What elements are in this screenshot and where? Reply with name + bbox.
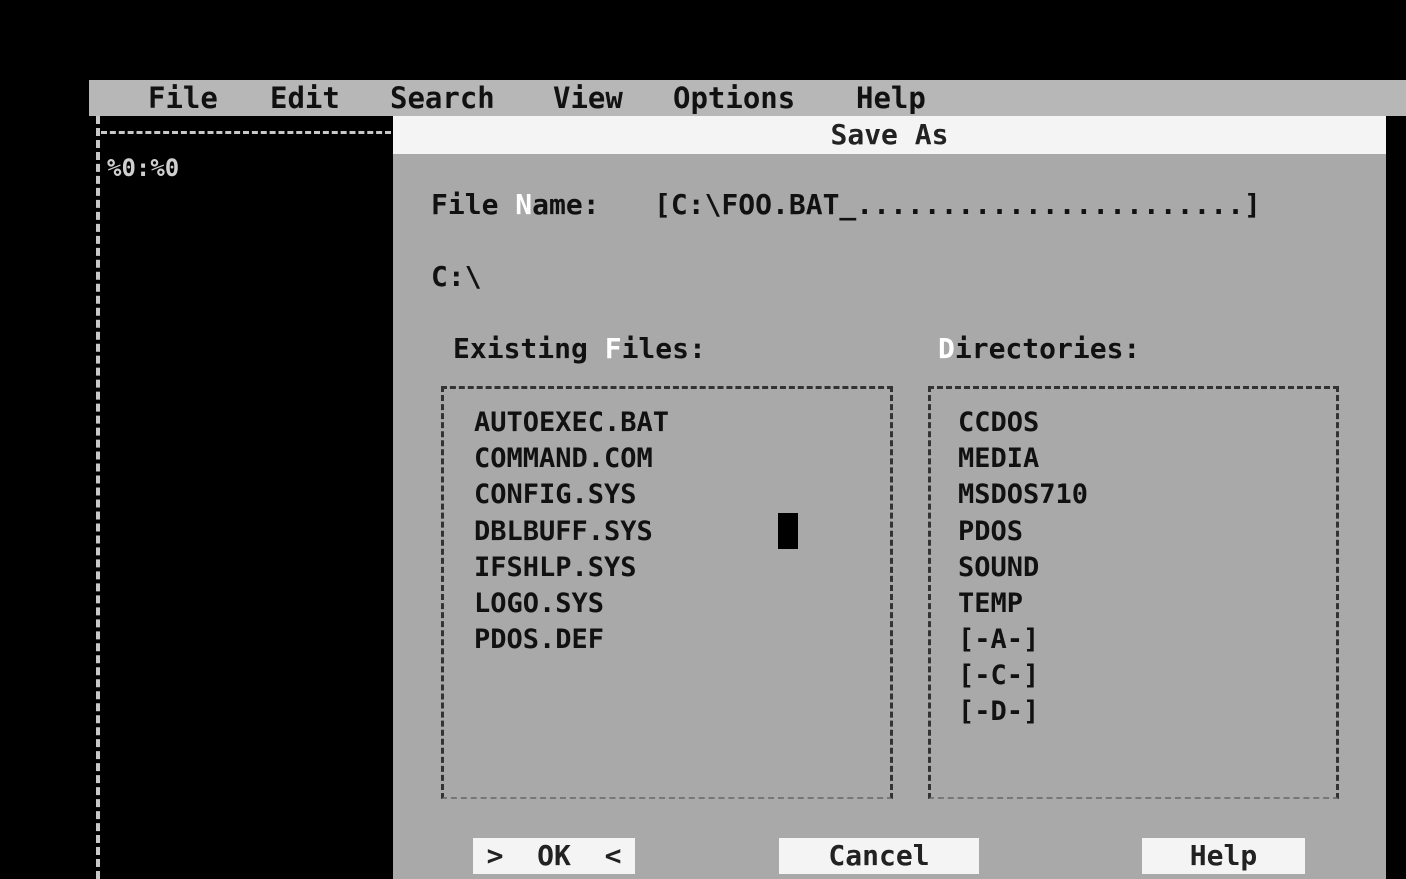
file-item[interactable]: PDOS.DEF	[474, 623, 604, 657]
directories-label: Directories:	[938, 332, 1140, 365]
file-item[interactable]: COMMAND.COM	[474, 442, 653, 476]
menu-bar: File Edit Search View Options Help	[89, 80, 1406, 116]
save-as-dialog: Save As File Name: [C:\FOO.BAT_.........…	[393, 116, 1386, 879]
menu-search[interactable]: Search	[390, 80, 495, 116]
menu-options[interactable]: Options	[673, 80, 795, 116]
files-label-pre: Existing	[453, 332, 605, 365]
dirs-label-post: irectories:	[954, 332, 1141, 365]
ok-button[interactable]: > OK <	[473, 838, 635, 874]
current-directory: C:\	[431, 260, 482, 293]
filename-label-post: ame:	[532, 188, 600, 221]
existing-files-list[interactable]: AUTOEXEC.BAT COMMAND.COM CONFIG.SYS DBLB…	[441, 386, 893, 799]
editor-left-border	[96, 116, 100, 879]
file-item[interactable]: IFSHLP.SYS	[474, 551, 637, 585]
directory-item[interactable]: PDOS	[958, 515, 1023, 549]
filename-label: File Name:	[431, 188, 600, 221]
filename-label-pre: File	[431, 188, 516, 221]
files-label-hotkey: F	[604, 332, 622, 365]
cancel-button[interactable]: Cancel	[779, 838, 979, 874]
mouse-cursor-block	[778, 513, 798, 549]
files-label-post: iles:	[621, 332, 706, 365]
screen-edge	[1386, 116, 1406, 879]
dos-edit-screen: File Edit Search View Options Help %0:%0…	[0, 0, 1406, 879]
menu-file[interactable]: File	[148, 80, 218, 116]
filename-input[interactable]: [C:\FOO.BAT_.......................]	[654, 188, 1261, 221]
directory-item[interactable]: TEMP	[958, 587, 1023, 621]
directory-item[interactable]: [-D-]	[958, 695, 1039, 729]
menu-view[interactable]: View	[553, 80, 623, 116]
dialog-title: Save As	[393, 116, 1386, 154]
help-button[interactable]: Help	[1142, 838, 1305, 874]
menu-edit[interactable]: Edit	[270, 80, 340, 116]
directory-item[interactable]: SOUND	[958, 551, 1039, 585]
dirs-label-hotkey: D	[938, 332, 955, 365]
filename-label-hotkey: N	[515, 188, 533, 221]
directory-item[interactable]: [-C-]	[958, 659, 1039, 693]
file-item[interactable]: DBLBUFF.SYS	[474, 515, 653, 549]
editor-top-border	[101, 131, 391, 134]
editor-area[interactable]: %0:%0	[89, 116, 399, 879]
file-item[interactable]: LOGO.SYS	[474, 587, 604, 621]
menu-help[interactable]: Help	[856, 80, 926, 116]
file-item[interactable]: CONFIG.SYS	[474, 478, 637, 512]
directory-item[interactable]: [-A-]	[958, 623, 1039, 657]
directory-item[interactable]: MSDOS710	[958, 478, 1088, 512]
existing-files-label: Existing Files:	[453, 332, 706, 365]
directory-item[interactable]: MEDIA	[958, 442, 1039, 476]
directory-item[interactable]: CCDOS	[958, 406, 1039, 440]
directories-list[interactable]: CCDOS MEDIA MSDOS710 PDOS SOUND TEMP [-A…	[928, 386, 1339, 799]
file-item[interactable]: AUTOEXEC.BAT	[474, 406, 669, 440]
editor-position-readout: %0:%0	[107, 154, 180, 182]
